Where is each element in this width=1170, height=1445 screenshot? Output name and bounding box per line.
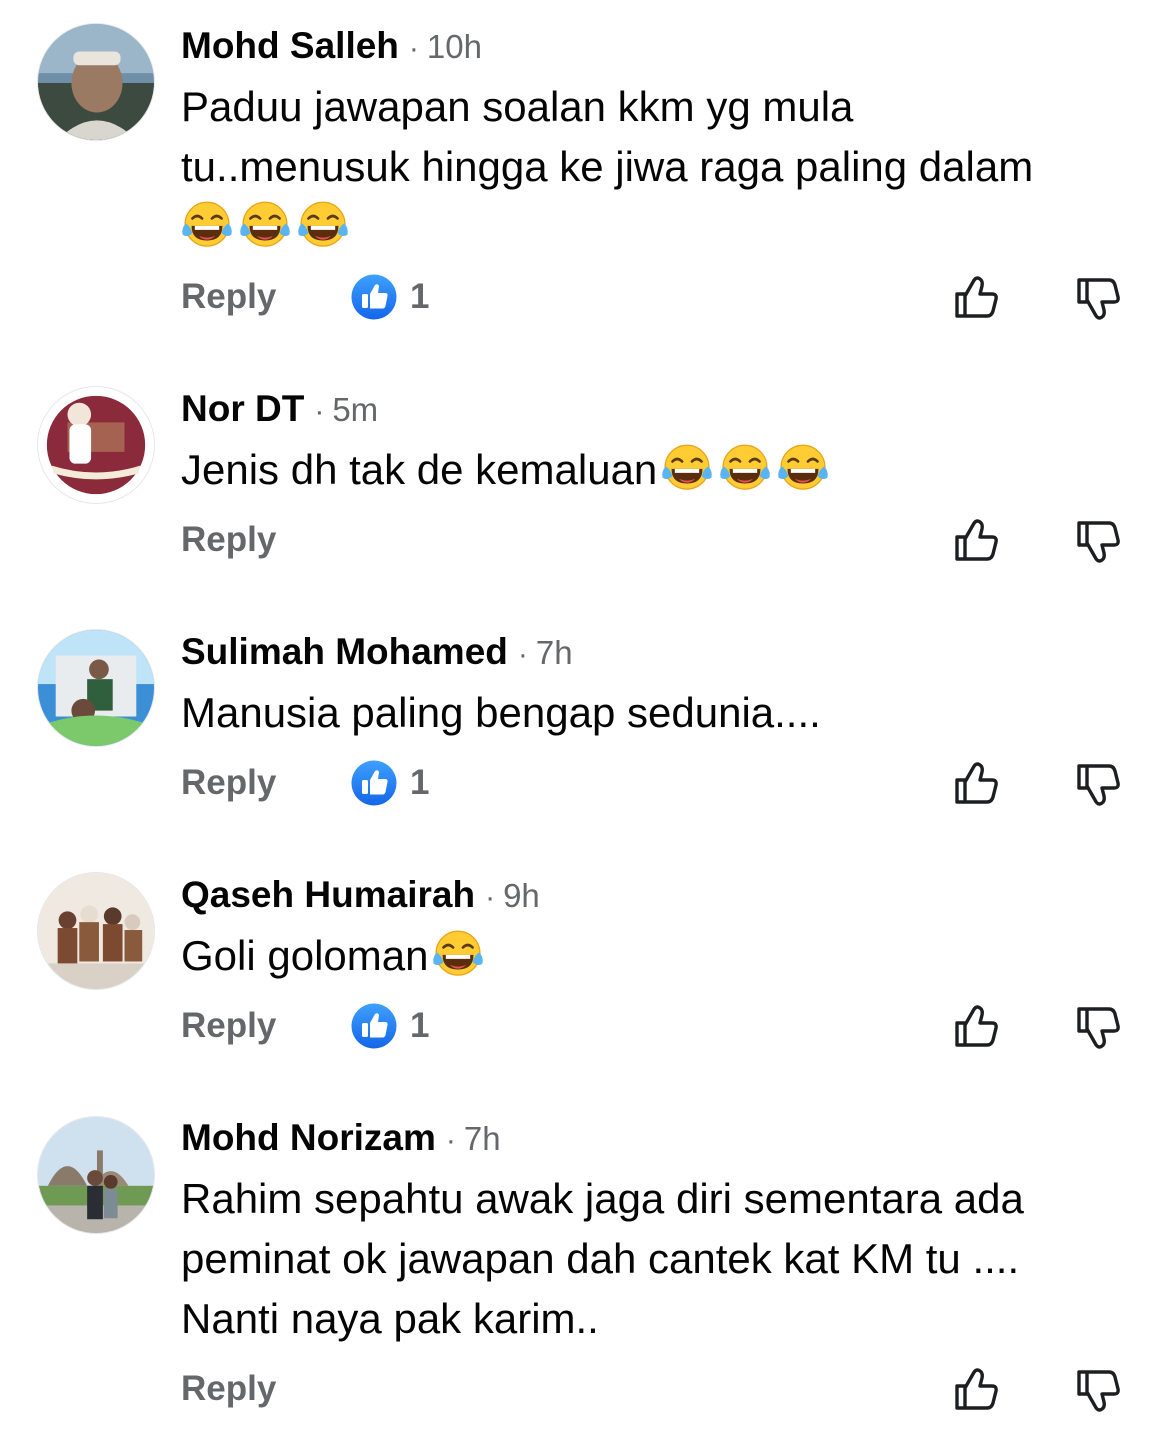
comment-actions: Reply (0, 515, 1170, 565)
tears-of-joy-emoji (297, 199, 349, 251)
upvote-icon[interactable] (951, 1001, 1003, 1053)
comment-text: Rahim sepahtu awak jaga diri sementara a… (181, 1169, 1131, 1349)
downvote-icon[interactable] (1073, 1364, 1125, 1416)
comment-actions: Reply 1 (0, 758, 1170, 808)
timestamp[interactable]: 10h (427, 28, 482, 65)
tears-of-joy-emoji (719, 442, 771, 494)
comment-actions: Reply 1 (0, 1001, 1170, 1051)
reaction-summary[interactable]: 1 (350, 272, 429, 322)
reply-button[interactable]: Reply (181, 758, 276, 808)
comment-line: Goli goloman (181, 926, 1131, 986)
reply-button[interactable]: Reply (181, 1001, 276, 1051)
reaction-summary[interactable]: 1 (350, 1001, 429, 1051)
separator-dot: · (485, 881, 496, 914)
comment-line: Manusia paling bengap sedunia.... (181, 689, 821, 736)
upvote-icon[interactable] (951, 515, 1003, 567)
reply-button[interactable]: Reply (181, 515, 276, 565)
avatar[interactable] (37, 629, 155, 747)
comment-actions: Reply (0, 1364, 1170, 1414)
downvote-icon[interactable] (1073, 515, 1125, 567)
comment-text: Jenis dh tak de kemaluan (181, 440, 1131, 500)
comment-meta: Sulimah Mohamed · 7h (181, 630, 573, 674)
upvote-icon[interactable] (951, 1364, 1003, 1416)
reaction-count: 1 (410, 1006, 430, 1045)
emoji-line (181, 197, 1131, 257)
timestamp[interactable]: 7h (536, 634, 573, 671)
comment-meta: Mohd Salleh · 10h (181, 24, 482, 68)
author-name[interactable]: Qaseh Humairah (181, 874, 475, 915)
comment-line: Paduu jawapan soalan kkm yg mula (181, 83, 854, 130)
author-name[interactable]: Nor DT (181, 388, 304, 429)
reaction-count: 1 (410, 763, 430, 802)
reaction-count: 1 (410, 277, 430, 316)
upvote-icon[interactable] (951, 758, 1003, 810)
comment-line: Nanti naya pak karim.. (181, 1295, 599, 1342)
comment-meta: Qaseh Humairah · 9h (181, 873, 540, 917)
comment-line: Rahim sepahtu awak jaga diri sementara a… (181, 1175, 1024, 1222)
comment-text: Paduu jawapan soalan kkm yg mula tu..men… (181, 77, 1131, 257)
comment-meta: Mohd Norizam · 7h (181, 1116, 501, 1160)
separator-dot: · (314, 395, 325, 428)
reaction-summary[interactable]: 1 (350, 758, 429, 808)
comment-text: Goli goloman (181, 926, 1131, 986)
comment-line: tu..menusuk hingga ke jiwa raga paling d… (181, 143, 1034, 190)
like-reaction-icon (350, 273, 398, 321)
separator-dot: · (517, 638, 528, 671)
downvote-icon[interactable] (1073, 1001, 1125, 1053)
tears-of-joy-emoji (661, 442, 713, 494)
avatar[interactable] (37, 872, 155, 990)
author-name[interactable]: Mohd Norizam (181, 1117, 436, 1158)
timestamp[interactable]: 9h (503, 877, 540, 914)
comment-actions: Reply 1 (0, 272, 1170, 322)
reply-button[interactable]: Reply (181, 1364, 276, 1414)
comment-meta: Nor DT · 5m (181, 387, 378, 431)
separator-dot: · (445, 1124, 456, 1157)
timestamp[interactable]: 5m (332, 391, 378, 428)
avatar[interactable] (37, 386, 155, 504)
tears-of-joy-emoji (777, 442, 829, 494)
comment-line: Jenis dh tak de kemaluan (181, 440, 1131, 500)
author-name[interactable]: Sulimah Mohamed (181, 631, 508, 672)
comment-line-text: Goli goloman (181, 932, 429, 979)
tears-of-joy-emoji (432, 928, 484, 980)
separator-dot: · (408, 32, 419, 65)
upvote-icon[interactable] (951, 272, 1003, 324)
avatar[interactable] (37, 1116, 155, 1234)
reply-button[interactable]: Reply (181, 272, 276, 322)
like-reaction-icon (350, 759, 398, 807)
tears-of-joy-emoji (239, 199, 291, 251)
author-name[interactable]: Mohd Salleh (181, 25, 399, 66)
tears-of-joy-emoji (181, 199, 233, 251)
timestamp[interactable]: 7h (464, 1120, 501, 1157)
like-reaction-icon (350, 1002, 398, 1050)
comment-text: Manusia paling bengap sedunia.... (181, 683, 1131, 743)
downvote-icon[interactable] (1073, 272, 1125, 324)
comment-line-text: Jenis dh tak de kemaluan (181, 446, 658, 493)
downvote-icon[interactable] (1073, 758, 1125, 810)
comment-line: peminat ok jawapan dah cantek kat KM tu … (181, 1235, 1020, 1282)
avatar[interactable] (37, 23, 155, 141)
